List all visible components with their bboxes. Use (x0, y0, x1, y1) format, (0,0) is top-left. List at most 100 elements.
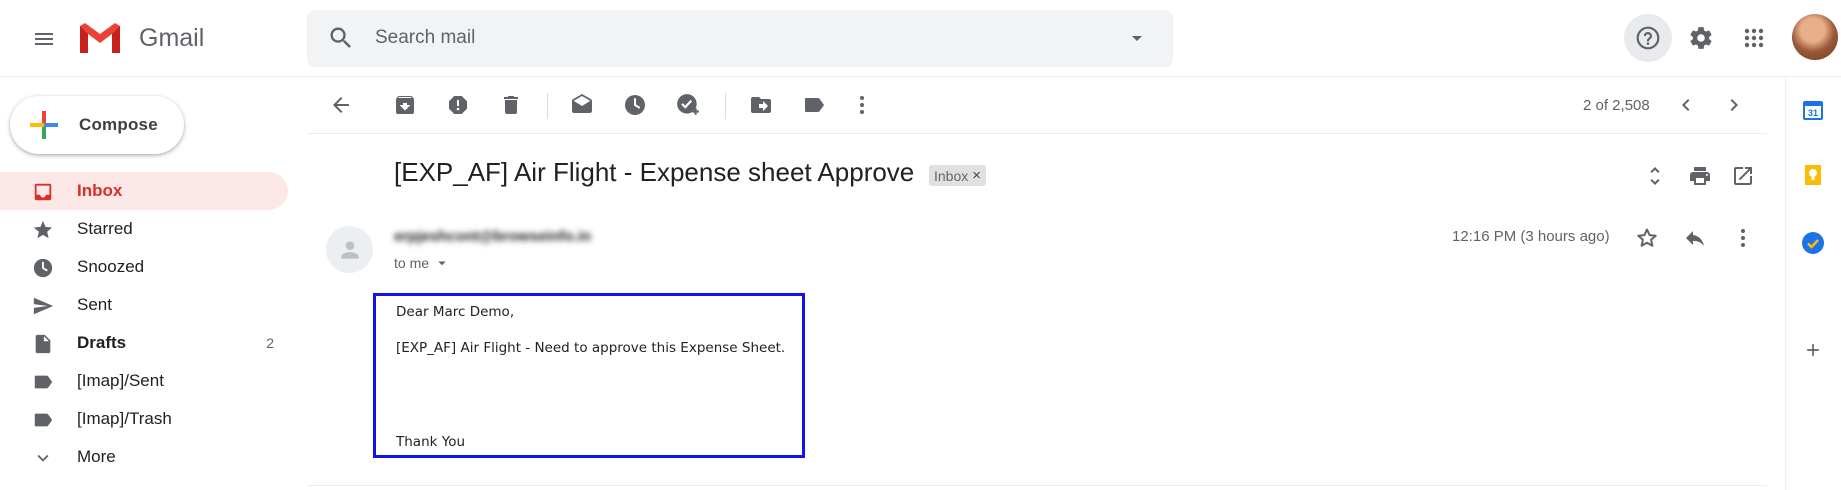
tasks-check-icon (1802, 232, 1824, 254)
toolbar-divider (547, 93, 548, 119)
star-outline-icon (1637, 228, 1657, 247)
main-menu-button[interactable] (22, 20, 66, 58)
top-bar: Gmail (0, 0, 1841, 77)
message-body: Dear Marc Demo, [EXP_AF] Air Flight - Ne… (373, 293, 805, 458)
print-all-button[interactable] (1686, 162, 1714, 190)
settings-button[interactable] (1677, 14, 1725, 62)
inbox-icon (34, 183, 52, 201)
calendar-button[interactable]: 31 (1798, 95, 1828, 125)
move-to-button[interactable] (747, 91, 775, 119)
side-panel: 31 (1785, 77, 1841, 490)
compose-label: Compose (79, 115, 158, 134)
message-more-button[interactable] (1729, 224, 1757, 252)
get-addons-button[interactable] (1798, 335, 1828, 365)
mark-unread-icon (572, 94, 592, 113)
search-input[interactable] (375, 22, 1075, 54)
pagination-count: 2 of 2,508 (1583, 97, 1650, 114)
expand-all-button[interactable] (1641, 162, 1669, 190)
google-apps-button[interactable] (1730, 14, 1778, 62)
more-vert-icon (860, 96, 864, 114)
move-folder-icon (751, 97, 771, 113)
search-options-button[interactable] (1125, 26, 1149, 50)
back-button[interactable] (327, 91, 355, 119)
calendar-date: 31 (1808, 108, 1818, 118)
sidebar-nav: Inbox Starred Snoozed Sent Drafts 2 [Ima… (0, 172, 288, 476)
report-spam-button[interactable] (444, 91, 472, 119)
star-button[interactable] (1633, 224, 1661, 252)
newer-button[interactable] (1672, 91, 1700, 119)
email-subject: [EXP_AF] Air Flight - Expense sheet Appr… (394, 157, 915, 187)
help-icon (1636, 26, 1660, 50)
label-icon (34, 413, 53, 427)
sidebar-item-label: Sent (77, 295, 112, 314)
sidebar-item-label: Drafts (77, 333, 127, 352)
remove-label-button[interactable]: × (972, 167, 981, 184)
add-task-icon (677, 94, 699, 115)
sidebar-item-drafts[interactable]: Drafts 2 (0, 324, 288, 362)
caret-down-icon (438, 261, 446, 266)
sidebar-item-starred[interactable]: Starred (0, 210, 288, 248)
person-icon (340, 240, 359, 259)
more-actions-button[interactable] (848, 91, 876, 119)
keep-button[interactable] (1798, 160, 1828, 190)
archive-button[interactable] (391, 91, 419, 119)
more-vert-icon (1741, 229, 1745, 247)
open-in-new-icon (1734, 167, 1752, 185)
report-icon (449, 96, 467, 114)
sidebar-item-sent[interactable]: Sent (0, 286, 288, 324)
body-greeting: Dear Marc Demo, (396, 304, 515, 320)
label-chip-text: Inbox (934, 167, 969, 184)
sidebar-item-label: Starred (77, 219, 133, 238)
sidebar-item-label: Snoozed (77, 257, 145, 276)
message-toolbar: 2 of 2,508 (307, 77, 1767, 134)
chevron-left-icon (1682, 99, 1690, 111)
unfold-icon (1650, 167, 1660, 185)
print-icon (1690, 167, 1710, 185)
gmail-m-icon (80, 23, 120, 53)
chevron-down-icon (37, 454, 49, 462)
tasks-button[interactable] (1798, 228, 1828, 258)
trash-icon (504, 96, 518, 114)
gmail-logo[interactable]: Gmail (77, 18, 204, 58)
labels-button[interactable] (800, 91, 828, 119)
sender-email[interactable]: erpjeshcont@browseinfo.in (394, 228, 591, 245)
support-button[interactable] (1624, 14, 1672, 62)
search-bar (307, 10, 1173, 67)
toolbar-divider (725, 93, 726, 119)
arrow-back-icon (333, 97, 349, 113)
gear-icon (1690, 27, 1712, 49)
sidebar-item-label: Inbox (77, 181, 123, 200)
sidebar-item-label: [Imap]/Trash (77, 409, 172, 428)
open-new-window-button[interactable] (1729, 162, 1757, 190)
sender-avatar[interactable] (326, 226, 373, 273)
clock-icon (625, 95, 645, 115)
sidebar-item-label: [Imap]/Sent (77, 371, 164, 390)
recipient-details[interactable]: to me (394, 254, 451, 272)
compose-button[interactable]: Compose (10, 96, 184, 154)
sidebar-item-snoozed[interactable]: Snoozed (0, 248, 288, 286)
account-avatar[interactable] (1792, 14, 1838, 60)
search-button[interactable] (327, 24, 355, 52)
sidebar-item-more[interactable]: More (0, 438, 288, 476)
sidebar-item-imap-sent[interactable]: [Imap]/Sent (0, 362, 288, 400)
keep-bulb-icon (1805, 165, 1821, 185)
body-text: [EXP_AF] Air Flight - Need to approve th… (396, 340, 786, 356)
clock-icon (33, 258, 53, 278)
inbox-label-chip: Inbox × (929, 165, 987, 186)
star-icon (33, 220, 53, 239)
label-icon (34, 375, 53, 389)
archive-icon (396, 95, 414, 114)
snooze-button[interactable] (621, 91, 649, 119)
sidebar-item-imap-trash[interactable]: [Imap]/Trash (0, 400, 288, 438)
body-closing: Thank You (396, 434, 466, 450)
older-button[interactable] (1720, 91, 1748, 119)
mark-unread-button[interactable] (568, 91, 596, 119)
delete-button[interactable] (497, 91, 525, 119)
sidebar-item-inbox[interactable]: Inbox (0, 172, 288, 210)
reply-button[interactable] (1681, 224, 1709, 252)
message-timestamp: 12:16 PM (3 hours ago) (1452, 228, 1610, 245)
compose-plus-icon (30, 111, 58, 139)
send-icon (33, 297, 54, 315)
app-name: Gmail (139, 23, 205, 52)
add-to-tasks-button[interactable] (674, 91, 702, 119)
